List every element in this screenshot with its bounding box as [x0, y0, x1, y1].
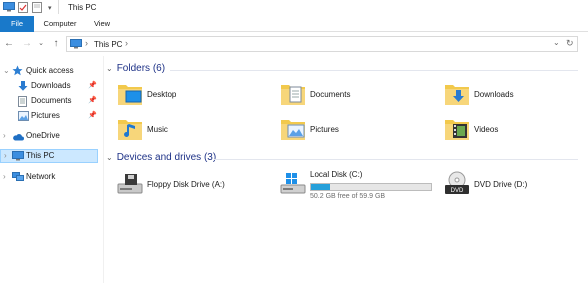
up-arrow-icon[interactable]: ↑ — [50, 37, 62, 51]
sidebar-item-documents[interactable]: Documents 📌 — [0, 94, 100, 108]
videos-folder-icon — [444, 116, 470, 144]
new-folder-icon[interactable] — [32, 2, 42, 13]
folder-label: Pictures — [310, 125, 339, 134]
pin-icon[interactable]: 📌 — [88, 109, 97, 123]
sidebar-item-label: Quick access — [26, 66, 74, 75]
drive-label: Local Disk (C:) — [310, 170, 363, 179]
local-disk-icon — [280, 170, 306, 198]
sidebar-item-quick-access[interactable]: ⌄ Quick access — [0, 64, 100, 78]
customize-toolbar-icon[interactable]: ▾ — [48, 4, 52, 12]
sidebar-item-pictures[interactable]: Pictures 📌 — [0, 109, 100, 123]
sidebar-item-downloads[interactable]: Downloads 📌 — [0, 79, 100, 93]
folder-item-pictures[interactable]: Pictures — [280, 116, 430, 146]
pictures-folder-icon — [280, 116, 306, 144]
folders-section-header[interactable]: ⌄ Folders (6) — [106, 63, 165, 74]
properties-icon[interactable] — [18, 2, 28, 13]
disk-free-space: 50.2 GB free of 59.9 GB — [310, 193, 386, 200]
network-icon — [12, 172, 24, 187]
chevron-down-icon[interactable]: ⌄ — [106, 153, 113, 162]
music-folder-icon — [117, 116, 143, 144]
sidebar-item-label: Downloads — [31, 81, 71, 90]
refresh-icon[interactable]: ↻ — [566, 38, 574, 49]
breadcrumb-separator-icon[interactable]: › — [125, 38, 128, 48]
folder-label: Documents — [310, 90, 351, 99]
folder-item-documents[interactable]: Documents — [280, 81, 430, 111]
folder-label: Videos — [474, 125, 499, 134]
disk-usage-bar — [310, 183, 432, 191]
sidebar-item-label: OneDrive — [26, 131, 60, 140]
computer-icon — [12, 151, 24, 166]
folders-section-title: Folders (6) — [116, 63, 166, 74]
computer-icon[interactable] — [3, 2, 15, 12]
folder-label: Downloads — [474, 90, 514, 99]
chevron-right-icon[interactable]: › — [4, 149, 7, 163]
sidebar-item-onedrive[interactable]: › OneDrive — [0, 129, 100, 143]
recent-locations-chevron-icon[interactable]: ⌄ — [35, 37, 47, 51]
forward-arrow-icon[interactable]: → — [21, 37, 33, 51]
breadcrumb-separator-icon[interactable]: › — [85, 38, 88, 48]
back-arrow-icon[interactable]: ← — [3, 37, 15, 51]
cloud-icon — [12, 132, 24, 146]
tab-file[interactable]: File — [0, 16, 34, 32]
downloads-folder-icon — [444, 81, 470, 109]
pictures-icon — [18, 111, 29, 126]
navigation-bar: ← → ⌄ ↑ › This PC › ⌄ ↻ — [0, 34, 588, 54]
folder-item-music[interactable]: Music — [117, 116, 267, 146]
drives-section-title: Devices and drives (3) — [116, 152, 217, 163]
title-bar: ▾ This PC — [0, 0, 588, 16]
drive-item-dvd[interactable]: DVD DVD Drive (D:) — [444, 171, 574, 201]
pin-icon[interactable]: 📌 — [88, 79, 97, 93]
svg-text:DVD: DVD — [451, 188, 464, 194]
breadcrumb-this-pc[interactable]: This PC — [94, 40, 122, 49]
sidebar-item-label: Documents — [31, 96, 72, 105]
drive-item-local-disk[interactable]: Local Disk (C:) 50.2 GB free of 59.9 GB — [280, 170, 435, 200]
section-divider — [170, 70, 578, 71]
tab-computer[interactable]: Computer — [38, 16, 82, 32]
folder-item-downloads[interactable]: Downloads — [444, 81, 588, 111]
ribbon-tabs: File Computer View — [0, 16, 588, 32]
folder-item-videos[interactable]: Videos — [444, 116, 588, 146]
chevron-right-icon[interactable]: › — [3, 129, 6, 143]
chevron-down-icon[interactable]: ⌄ — [3, 64, 10, 78]
drives-section-header[interactable]: ⌄ Devices and drives (3) — [106, 152, 216, 163]
sidebar-item-this-pc[interactable]: › This PC — [0, 149, 98, 163]
address-bar[interactable]: › This PC › ⌄ ↻ — [66, 36, 578, 52]
drive-item-floppy[interactable]: Floppy Disk Drive (A:) — [117, 171, 267, 201]
chevron-right-icon[interactable]: › — [3, 170, 6, 184]
folder-item-desktop[interactable]: Desktop — [117, 81, 267, 111]
documents-folder-icon — [280, 81, 306, 109]
sidebar-item-label: Network — [26, 172, 56, 181]
desktop-folder-icon — [117, 81, 143, 109]
sidebar-item-label: This PC — [26, 151, 55, 160]
pin-icon[interactable]: 📌 — [88, 94, 97, 108]
computer-icon — [70, 39, 82, 51]
address-dropdown-icon[interactable]: ⌄ — [553, 38, 560, 47]
dvd-drive-icon: DVD — [444, 171, 470, 199]
floppy-drive-icon — [117, 171, 143, 199]
folder-label: Music — [147, 125, 168, 134]
drive-label: Floppy Disk Drive (A:) — [147, 180, 225, 189]
drive-label: DVD Drive (D:) — [474, 180, 528, 189]
sidebar-item-network[interactable]: › Network — [0, 170, 100, 184]
section-divider — [214, 159, 578, 160]
disk-usage-fill — [311, 184, 331, 190]
title-divider — [58, 0, 59, 14]
folder-label: Desktop — [147, 90, 177, 99]
window-title: This PC — [68, 3, 97, 12]
tab-view[interactable]: View — [88, 16, 116, 32]
sidebar-item-label: Pictures — [31, 111, 60, 120]
chevron-down-icon[interactable]: ⌄ — [106, 64, 113, 73]
navigation-pane: ⌄ Quick access Downloads 📌 Documents 📌 P… — [0, 56, 104, 283]
